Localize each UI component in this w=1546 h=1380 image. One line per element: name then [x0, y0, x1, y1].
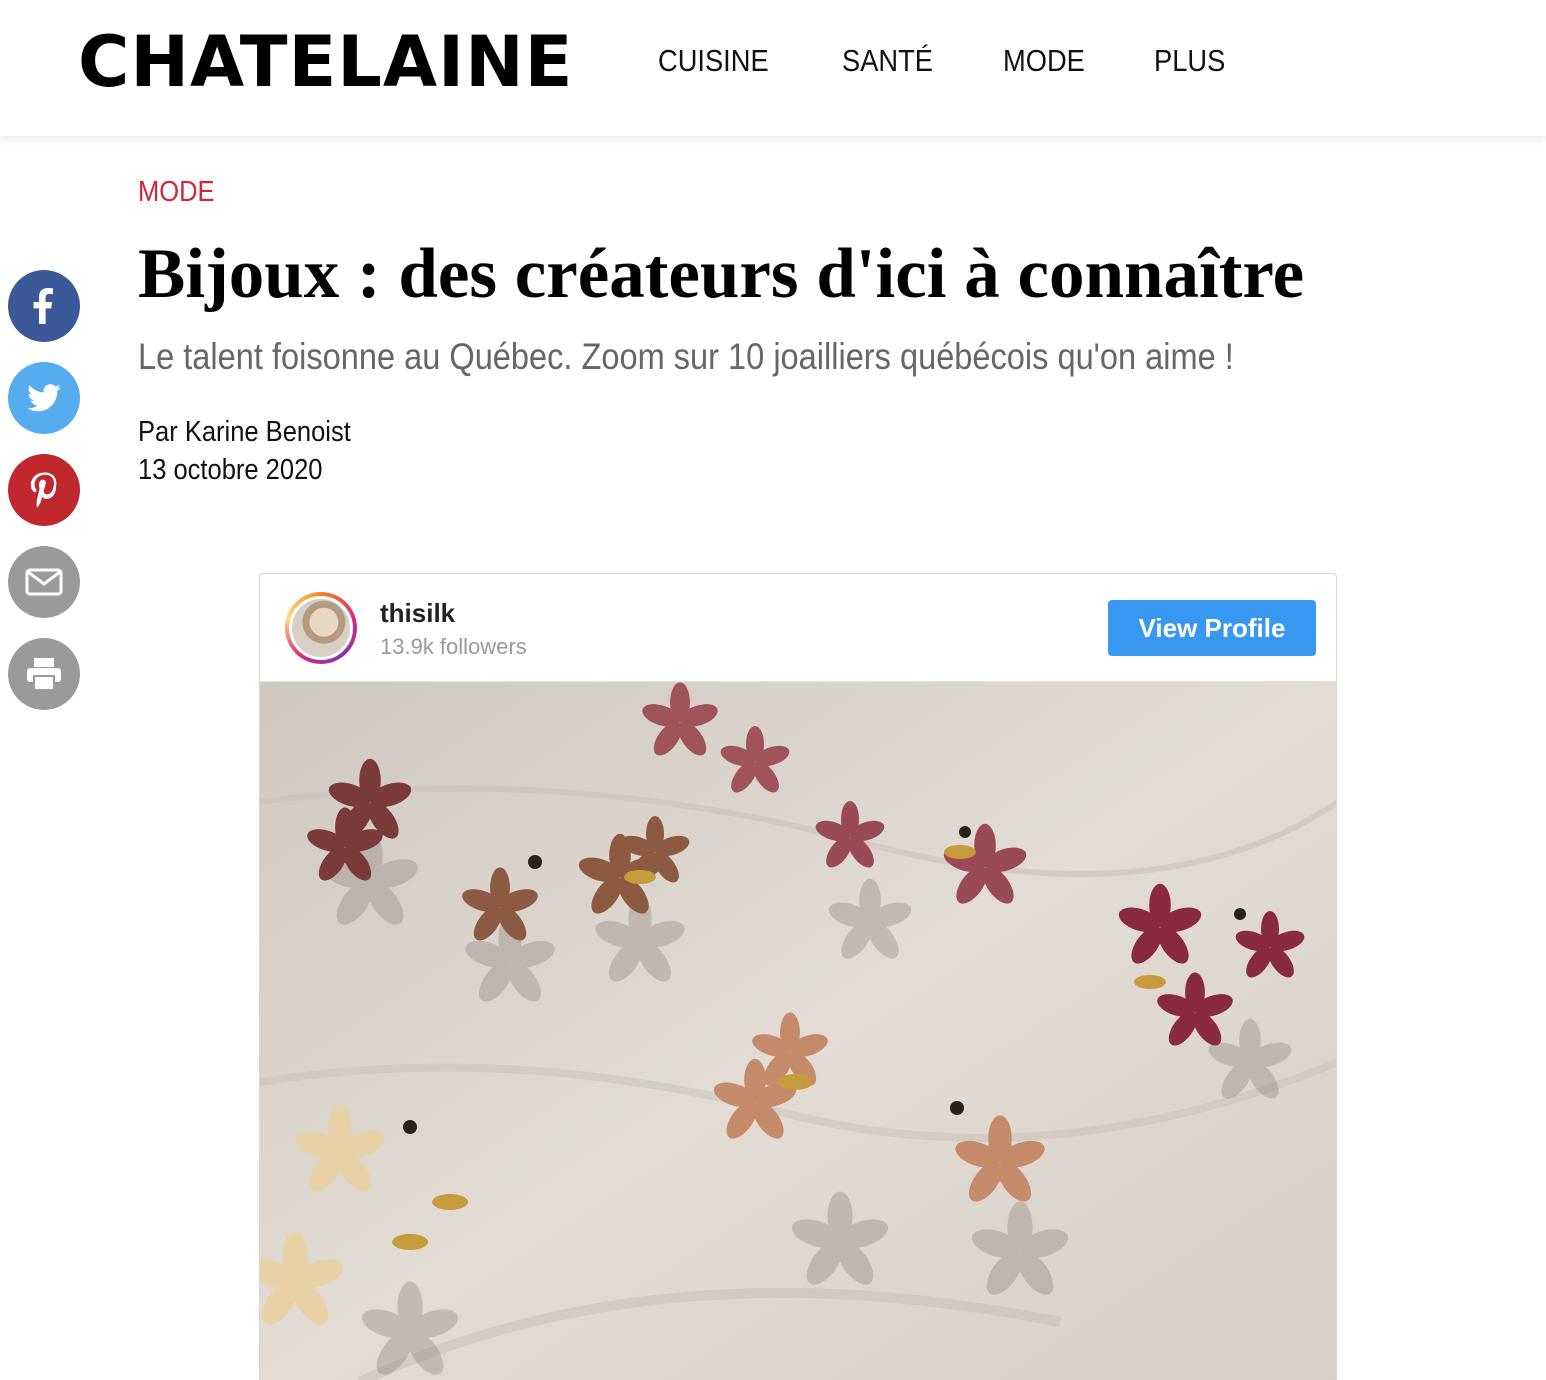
facebook-icon [33, 288, 53, 324]
author-link[interactable]: Karine Benoist [185, 416, 351, 448]
site-header: CHATELAINE CUISINE SANTÉ MODE PLUS [0, 0, 1546, 136]
instagram-embed: thisilk 13.9k followers View Profile [259, 573, 1337, 1380]
article-dek: Le talent foisonne au Québec. Zoom sur 1… [138, 336, 1234, 377]
article-byline: Par Karine Benoist [138, 416, 351, 449]
facebook-share-button[interactable] [8, 270, 80, 342]
byline-prefix: Par [138, 416, 178, 448]
twitter-share-button[interactable] [8, 362, 80, 434]
pinterest-share-button[interactable] [8, 454, 80, 526]
earrings-photo [260, 682, 1336, 1380]
embed-header: thisilk 13.9k followers View Profile [260, 574, 1336, 682]
nav-item-cuisine[interactable]: CUISINE [658, 40, 769, 82]
nav-item-plus[interactable]: PLUS [1154, 40, 1225, 82]
twitter-icon [27, 384, 61, 412]
main-nav: CUISINE SANTÉ MODE PLUS [658, 40, 1293, 82]
instagram-post-image[interactable] [260, 682, 1336, 1380]
article-date: 13 octobre 2020 [138, 454, 323, 486]
email-icon [25, 568, 63, 596]
pinterest-icon [30, 472, 57, 508]
site-logo[interactable]: CHATELAINE [78, 22, 574, 102]
article-title: Bijoux : des créateurs d'ici à connaître [138, 235, 1305, 313]
share-bar [8, 270, 80, 730]
print-button[interactable] [8, 638, 80, 710]
nav-item-sante[interactable]: SANTÉ [842, 40, 933, 82]
embed-followers: 13.9k followers [380, 634, 527, 659]
embed-username[interactable]: thisilk [380, 598, 455, 629]
nav-item-mode[interactable]: MODE [1003, 40, 1085, 82]
email-share-button[interactable] [8, 546, 80, 618]
profile-avatar-ring[interactable] [285, 592, 357, 664]
print-icon [27, 658, 61, 691]
article-category[interactable]: MODE [138, 176, 215, 209]
view-profile-button[interactable]: View Profile [1108, 600, 1316, 656]
avatar [289, 596, 353, 660]
